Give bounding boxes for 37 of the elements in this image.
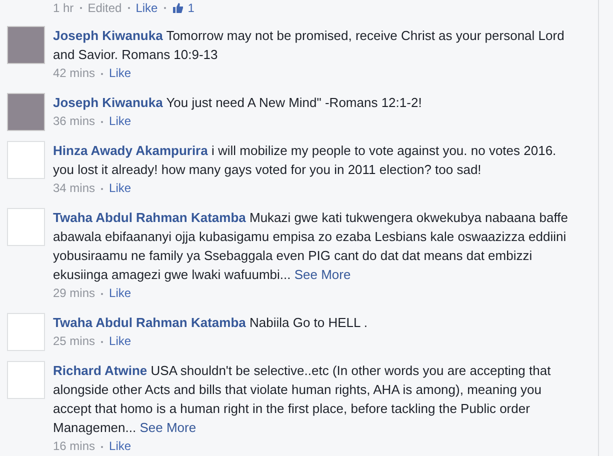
author-link[interactable]: Hinza Awady Akampurira (53, 143, 208, 158)
like-link[interactable]: Like (109, 64, 132, 83)
like-link[interactable]: Like (109, 437, 132, 456)
author-link[interactable]: Twaha Abdul Rahman Katamba (53, 210, 246, 225)
comment-text: Twaha Abdul Rahman Katamba Mukazi gwe kati tukwengera okwekubya nabaana baffe abawala ebifaananyi ojja kubasigamu empisa zo ezaba Lesbians kale oswaazizza eddiini yobusiraamu ne family ya Ssebaggala even PIG cant do dat dat means dat embizzi ekusiinga amagezi gwe lwaki wafuumbi... See More (53, 209, 569, 284)
comment-text: Twaha Abdul Rahman Katamba Nabiila Go to HELL . (53, 314, 368, 332)
like-link[interactable]: Like (136, 0, 158, 16)
author-link[interactable]: Richard Atwine (53, 363, 148, 378)
photo-placeholder (7, 93, 45, 131)
avatar-placeholder (7, 361, 45, 399)
comment-time: 42 mins (53, 65, 96, 82)
comment-time: 25 mins (53, 333, 96, 350)
like-link[interactable]: Like (109, 179, 132, 198)
photo-placeholder (7, 26, 45, 64)
see-more-link[interactable]: See More (294, 267, 351, 282)
see-more-link[interactable]: See More (140, 420, 196, 435)
author-link[interactable]: Joseph Kiwanuka (53, 95, 163, 110)
comment-time: 29 mins (53, 285, 96, 302)
like-link[interactable]: Like (109, 332, 132, 351)
like-link[interactable]: Like (109, 112, 132, 131)
author-link[interactable]: Twaha Abdul Rahman Katamba (53, 315, 246, 330)
comment-time: 16 mins (53, 438, 96, 455)
author-link[interactable]: Joseph Kiwanuka (53, 28, 163, 43)
comment-time: 36 mins (53, 113, 96, 130)
thumbs-up-icon (172, 2, 184, 14)
avatar-placeholder (7, 313, 45, 351)
avatar-placeholder (7, 141, 45, 179)
comment-time: 34 mins (53, 180, 96, 197)
comment-text: Joseph Kiwanuka Tomorrow may not be promised, receive Christ as your personal Lord and Savior. Romans 10:9-13 (53, 27, 566, 64)
like-count: 1 (188, 0, 194, 16)
like-link[interactable]: Like (109, 284, 132, 303)
comment-time: 1 hr (53, 0, 74, 16)
comment-text: Joseph Kiwanuka You just need A New Mind" -Romans 12:1-2! (53, 94, 422, 112)
comment-text: Hinza Awady Akampurira i will mobilize my people to vote against you. no votes 2016. you lost it already! how many gays voted for you in 2011 election? too sad! (53, 142, 558, 179)
comment-text: Richard Atwine USA shouldn't be selective..etc (In other words you are accepting that alongside other Acts and bills that violate human rights, AHA is among), meaning you accept that homo is a human right in the first place, before tackling the Public order Managemen... See More (53, 362, 552, 437)
avatar-placeholder (7, 208, 45, 246)
edited-label: Edited (88, 0, 122, 16)
